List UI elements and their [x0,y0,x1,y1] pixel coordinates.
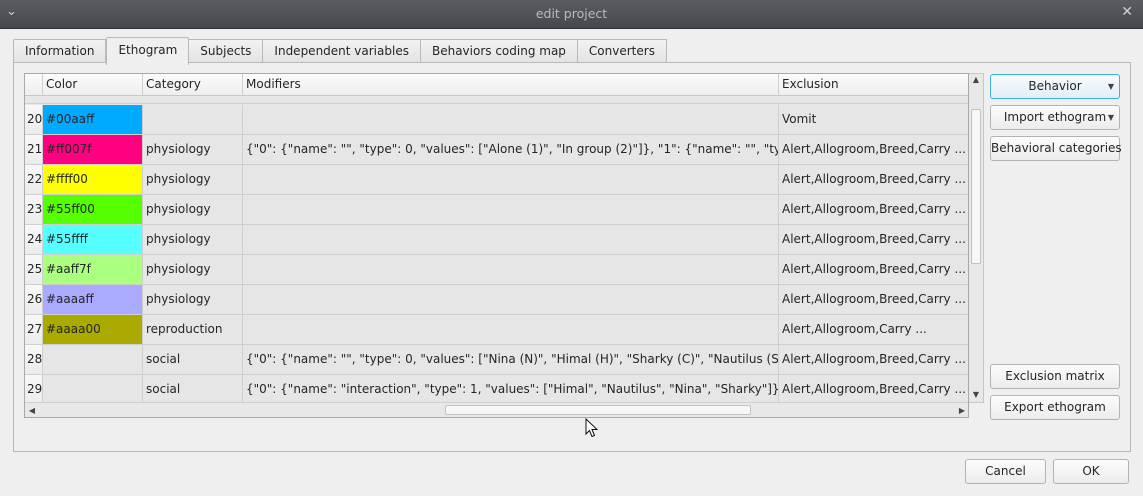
header-category[interactable]: Category [143,74,243,96]
row-number: 29 [25,375,43,404]
cancel-button[interactable]: Cancel [965,459,1046,484]
category-cell[interactable]: social [143,345,243,374]
import-ethogram-button[interactable]: Import ethogram ▼ [990,105,1120,130]
category-cell[interactable] [143,105,243,134]
row-number: 25 [25,255,43,284]
category-cell[interactable]: reproduction [143,315,243,344]
tab-ethogram[interactable]: Ethogram [106,37,190,65]
row-number: 22 [25,165,43,194]
row-number: 28 [25,345,43,374]
category-cell[interactable]: physiology [143,135,243,164]
table-row[interactable]: 26 #aaaaff physiology Alert,Allogroom,Breed… [25,285,968,315]
exclusion-cell[interactable]: Vomit [779,105,968,134]
table-row[interactable]: 22 #ffff00 physiology Alert,Allogroom,Breed… [25,165,968,195]
partial-row [25,96,968,104]
table-row[interactable]: 27 #aaaa00 reproduction Alert,Allogroom,Car… [25,315,968,345]
category-cell[interactable]: physiology [143,255,243,284]
behavioral-categories-button[interactable]: Behavioral categories [990,136,1122,161]
exclusion-cell[interactable]: Alert,Allogroom,Breed,Carry ... [779,345,968,374]
scroll-right-icon[interactable]: ▶ [956,404,968,417]
tab-converters[interactable]: Converters [577,39,667,64]
table-header: Color Category Modifiers Exclusion [25,74,968,96]
color-cell[interactable]: #aaaaff [43,285,143,314]
table-row[interactable]: 23 #55ff00 physiology Alert,Allogroom,Breed… [25,195,968,225]
ethogram-pane: Color Category Modifiers Exclusion 20 #00… [13,62,1131,452]
triangle-down-icon: ▼ [1107,113,1114,122]
horizontal-scrollbar[interactable]: ◀ ▶ [25,402,968,417]
triangle-down-icon: ▼ [1107,82,1114,91]
modifiers-cell[interactable] [243,165,779,194]
exclusion-cell[interactable]: Alert,Allogroom,Carry ... [779,315,968,344]
scroll-up-icon[interactable]: ▲ [969,75,983,84]
color-cell[interactable]: #ff007f [43,135,143,164]
tab-subjects[interactable]: Subjects [189,39,264,64]
exclusion-cell[interactable]: Alert,Allogroom,Breed,Carry ... [779,225,968,254]
color-cell[interactable]: #ffff00 [43,165,143,194]
tab-independent-variables[interactable]: Independent variables [263,39,421,64]
row-number: 20 [25,105,43,134]
modifiers-cell[interactable] [243,255,779,284]
exclusion-matrix-button[interactable]: Exclusion matrix [990,364,1120,389]
category-cell[interactable]: social [143,375,243,404]
export-ethogram-button[interactable]: Export ethogram [990,395,1120,420]
exclusion-cell[interactable]: Alert,Allogroom,Breed,Carry ... [779,195,968,224]
row-number: 23 [25,195,43,224]
scroll-down-icon[interactable]: ▼ [969,390,983,399]
header-modifiers[interactable]: Modifiers [243,74,779,96]
category-cell[interactable]: physiology [143,165,243,194]
behavior-button-label: Behavior [1028,79,1082,93]
color-cell[interactable]: #aaaa00 [43,315,143,344]
ok-button[interactable]: OK [1053,459,1129,484]
color-cell[interactable] [43,375,143,404]
exclusion-cell[interactable]: Alert,Allogroom,Breed,Carry ... [779,135,968,164]
color-cell[interactable] [43,345,143,374]
modifiers-cell[interactable]: {"0": {"name": "", "type": 0, "values": … [243,135,779,164]
row-number: 21 [25,135,43,164]
category-cell[interactable]: physiology [143,285,243,314]
mouse-pointer-icon [585,418,599,438]
horizontal-scroll-thumb[interactable] [445,405,751,415]
modifiers-cell[interactable] [243,315,779,344]
exclusion-cell[interactable]: Alert,Allogroom,Breed,Carry ... [779,375,968,404]
color-cell[interactable]: #55ff00 [43,195,143,224]
title-bar: ⌄ edit project ✕ [0,0,1143,29]
row-number: 27 [25,315,43,344]
table-row[interactable]: 20 #00aaff Vomit [25,105,968,135]
color-cell[interactable]: #00aaff [43,105,143,134]
vertical-scroll-thumb[interactable] [971,109,981,264]
color-cell[interactable]: #55ffff [43,225,143,254]
modifiers-cell[interactable] [243,105,779,134]
exclusion-cell[interactable]: Alert,Allogroom,Breed,Carry ... [779,285,968,314]
ethogram-table[interactable]: Color Category Modifiers Exclusion 20 #00… [24,73,969,418]
tab-information[interactable]: Information [13,39,107,64]
table-row[interactable]: 25 #aaff7f physiology Alert,Allogroom,Breed… [25,255,968,285]
close-icon[interactable]: ✕ [1121,4,1133,20]
header-exclusion[interactable]: Exclusion [779,74,968,96]
category-cell[interactable]: physiology [143,195,243,224]
table-row[interactable]: 29 social {"0": {"name": "interaction", "t… [25,375,968,405]
vertical-scrollbar[interactable]: ▲ ▼ [969,73,984,403]
window-title: edit project [535,6,608,21]
tab-bar: Information Ethogram Subjects Independen… [13,37,667,65]
tab-behaviors-coding-map[interactable]: Behaviors coding map [420,39,578,64]
row-number: 26 [25,285,43,314]
modifiers-cell[interactable] [243,225,779,254]
scroll-left-icon[interactable]: ◀ [26,404,38,417]
table-row[interactable]: 24 #55ffff physiology Alert,Allogroom,Breed… [25,225,968,255]
row-number-header [25,74,43,96]
import-ethogram-label: Import ethogram [1003,110,1107,124]
row-number: 24 [25,225,43,254]
exclusion-cell[interactable]: Alert,Allogroom,Breed,Carry ... [779,255,968,284]
exclusion-cell[interactable]: Alert,Allogroom,Breed,Carry ... [779,165,968,194]
behavior-button[interactable]: Behavior ▼ [990,74,1120,99]
modifiers-cell[interactable]: {"0": {"name": "interaction", "type": 1,… [243,375,779,404]
color-cell[interactable]: #aaff7f [43,255,143,284]
modifiers-cell[interactable]: {"0": {"name": "", "type": 0, "values": … [243,345,779,374]
header-color[interactable]: Color [43,74,143,96]
category-cell[interactable]: physiology [143,225,243,254]
table-row[interactable]: 28 social {"0": {"name": "", "type": 0, "v… [25,345,968,375]
table-row[interactable]: 21 #ff007f physiology {"0": {"name": "", "t… [25,135,968,165]
modifiers-cell[interactable] [243,285,779,314]
modifiers-cell[interactable] [243,195,779,224]
